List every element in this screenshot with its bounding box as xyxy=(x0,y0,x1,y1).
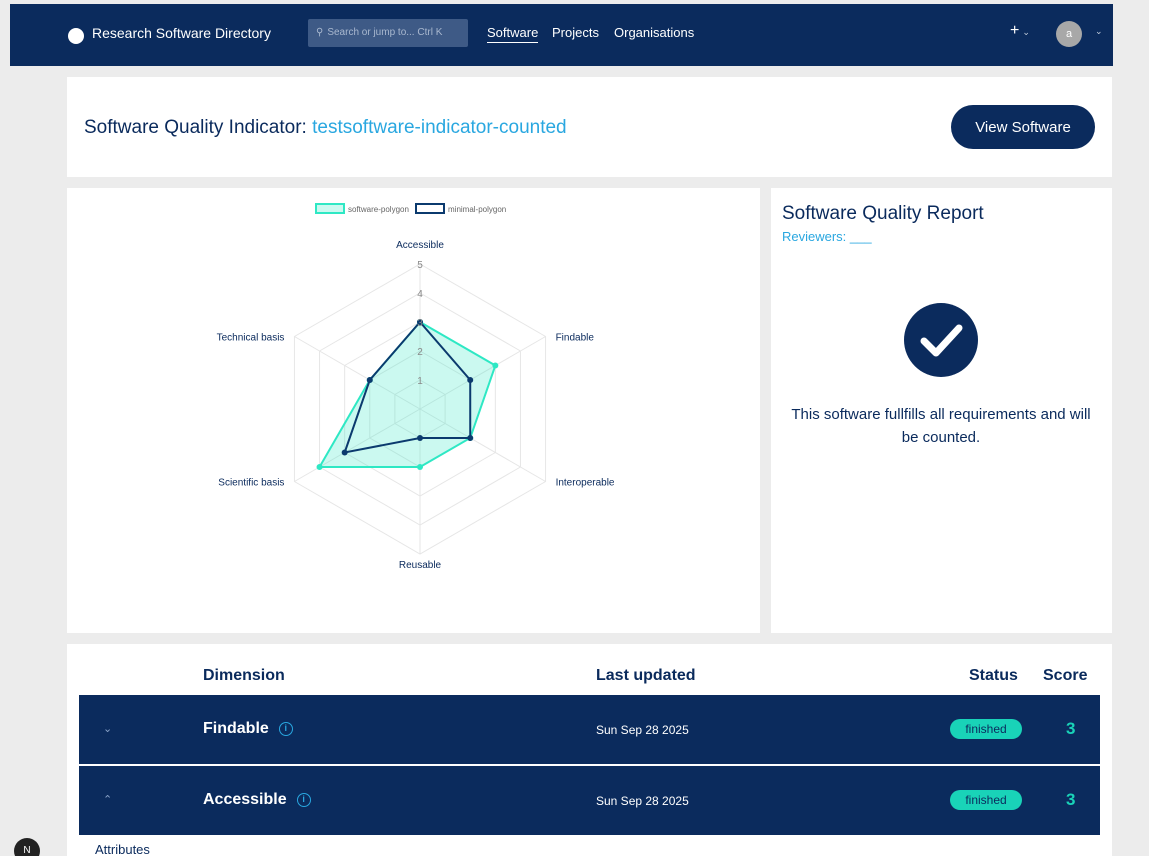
column-header-score: Score xyxy=(1043,667,1088,684)
table-row[interactable]: ⌄ Findable i Sun Sep 28 2025 finished 3 xyxy=(79,695,1100,764)
attributes-label: Attributes xyxy=(95,842,150,856)
axis-label: Technical basis xyxy=(217,333,285,344)
info-icon[interactable]: i xyxy=(296,792,311,807)
legend-swatch xyxy=(415,203,445,214)
axis-label: Interoperable xyxy=(556,478,615,489)
axis-label: Reusable xyxy=(399,560,442,571)
info-icon[interactable]: i xyxy=(278,721,293,736)
quality-report-card: Software Quality Report Reviewers: ___ T… xyxy=(771,188,1112,633)
radar-chart: 1 2 3 4 5 Accessible Findable Interoperable Reus… xyxy=(217,203,615,571)
data-point-software-polygon xyxy=(316,464,323,470)
search-input[interactable]: ⚲ Search or jump to... Ctrl K xyxy=(308,19,468,47)
nav-projects[interactable]: Projects xyxy=(552,25,599,40)
score-value: 3 xyxy=(1066,790,1076,809)
page-title-prefix: Software Quality Indicator: xyxy=(84,117,307,138)
nav-software[interactable]: Software xyxy=(487,25,539,43)
top-navigation-bar: Research Software Directory ⚲ Search or j… xyxy=(10,4,1113,66)
score-value: 3 xyxy=(1066,719,1076,738)
tick-label: 4 xyxy=(417,289,423,300)
software-name-link[interactable]: testsoftware-indicator-counted xyxy=(312,117,567,138)
chevron-up-icon[interactable]: ⌃ xyxy=(103,793,112,806)
axis-label: Scientific basis xyxy=(218,478,284,489)
dimension-label: Findable xyxy=(203,720,269,737)
tick-label: 2 xyxy=(417,347,423,358)
add-menu-button[interactable]: + ⌄ xyxy=(1010,22,1030,40)
dev-tools-icon[interactable]: N xyxy=(14,838,40,856)
dimension-name: Findable i xyxy=(203,720,293,738)
report-message: This software fullfills all requirements… xyxy=(791,406,1091,446)
tick-label: 1 xyxy=(417,376,423,387)
axis-label: Accessible xyxy=(396,240,444,251)
view-software-button[interactable]: View Software xyxy=(951,105,1095,149)
status-badge: finished xyxy=(950,790,1022,810)
column-header-dimension: Dimension xyxy=(203,667,285,684)
dimensions-table: Dimension Last updated Status Score ⌄ Fi… xyxy=(67,644,1112,856)
brand-name[interactable]: Research Software Directory xyxy=(92,25,271,41)
legend-swatch xyxy=(315,203,345,214)
report-title: Software Quality Report xyxy=(782,203,984,224)
dimension-label: Accessible xyxy=(203,791,287,808)
data-point-minimal-polygon xyxy=(417,435,423,441)
data-point-minimal-polygon xyxy=(366,377,373,383)
search-placeholder: Search or jump to... xyxy=(327,27,415,38)
plus-icon: + xyxy=(1010,22,1020,39)
data-point-minimal-polygon xyxy=(467,435,474,441)
tick-label: 5 xyxy=(417,260,423,271)
tick-label: 3 xyxy=(417,318,423,329)
avatar[interactable]: a xyxy=(1056,21,1082,47)
nav-organisations[interactable]: Organisations xyxy=(614,25,694,40)
data-point-minimal-polygon xyxy=(467,377,474,383)
data-point-software-polygon xyxy=(492,362,499,369)
table-row[interactable]: ⌃ Accessible i Sun Sep 28 2025 finished 3 xyxy=(79,766,1100,835)
radar-chart-card: 1 2 3 4 5 Accessible Findable Interoperable Reus… xyxy=(67,188,760,633)
status-badge: finished xyxy=(950,719,1022,739)
legend-label: minimal-polygon xyxy=(448,205,506,214)
page-title: Software Quality Indicator: testsoftware… xyxy=(84,117,567,139)
axis-label: Findable xyxy=(556,333,595,344)
checkmark-glyph xyxy=(920,324,963,357)
check-icon xyxy=(904,303,978,377)
header-card: Software Quality Indicator: testsoftware… xyxy=(67,77,1112,177)
reviewers-label: Reviewers: ___ xyxy=(782,229,872,244)
dimension-name: Accessible i xyxy=(203,791,311,809)
column-header-status: Status xyxy=(969,667,1018,684)
chevron-down-icon: ⌄ xyxy=(1022,27,1030,37)
search-icon: ⚲ xyxy=(316,27,324,38)
legend-label: software-polygon xyxy=(348,205,409,214)
chevron-down-icon[interactable]: ⌄ xyxy=(103,722,112,735)
search-shortcut: Ctrl K xyxy=(417,27,443,38)
data-point-minimal-polygon xyxy=(341,449,348,456)
series-polygon-software-polygon xyxy=(317,320,497,468)
last-updated-date: Sun Sep 28 2025 xyxy=(596,794,689,808)
chevron-down-icon[interactable]: ⌄ xyxy=(1095,26,1103,37)
logo-icon[interactable] xyxy=(68,28,84,44)
column-header-last-updated: Last updated xyxy=(596,667,696,684)
data-point-software-polygon xyxy=(417,464,423,470)
last-updated-date: Sun Sep 28 2025 xyxy=(596,723,689,737)
